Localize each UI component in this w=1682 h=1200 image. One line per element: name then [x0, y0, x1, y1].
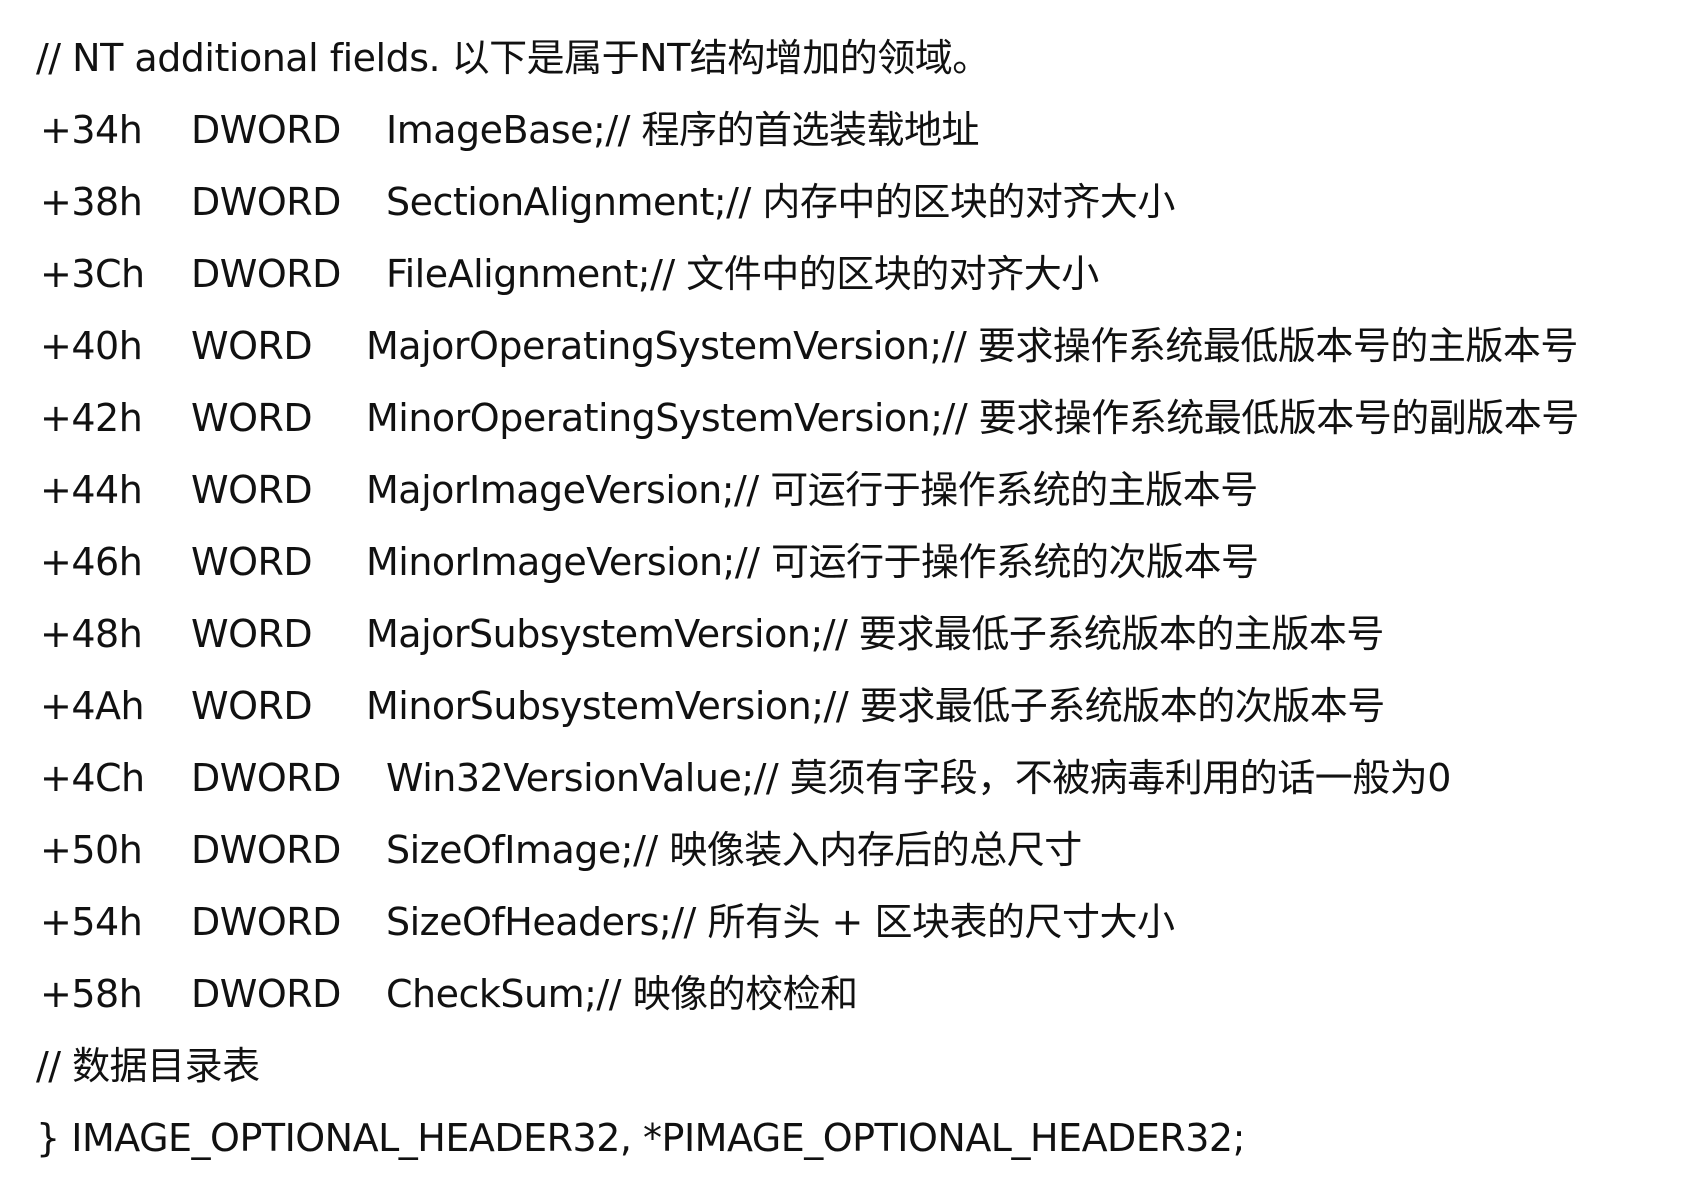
- header-comment: // NT additional fields. 以下是属于NT结构增加的领域。: [36, 36, 990, 80]
- field-row: +54h DWORD SizeOfHeaders;// 所有头 + 区块表的尺寸…: [36, 886, 1666, 958]
- field-row: +34h DWORD ImageBase;// 程序的首选装载地址: [36, 94, 1666, 166]
- field-offset: +3Ch: [40, 252, 145, 296]
- field-row: +58h DWORD CheckSum;// 映像的校检和: [36, 958, 1666, 1030]
- field-type: WORD: [191, 468, 313, 512]
- field-row: +46h WORD MinorImageVersion;// 可运行于操作系统的…: [36, 526, 1666, 598]
- field-offset: +50h: [40, 828, 143, 872]
- field-type: WORD: [191, 612, 313, 656]
- code-document: // NT additional fields. 以下是属于NT结构增加的领域。…: [36, 22, 1666, 1174]
- field-offset: +44h: [40, 468, 143, 512]
- field-offset: +42h: [40, 396, 143, 440]
- field-declaration: SizeOfHeaders;// 所有头 + 区块表的尺寸大小: [386, 900, 1175, 944]
- field-declaration: Win32VersionValue;// 莫须有字段，不被病毒利用的话一般为0: [386, 756, 1452, 800]
- field-declaration: FileAlignment;// 文件中的区块的对齐大小: [386, 252, 1099, 296]
- field-declaration: MajorOperatingSystemVersion;// 要求操作系统最低版…: [366, 324, 1578, 368]
- field-row: +3Ch DWORD FileAlignment;// 文件中的区块的对齐大小: [36, 238, 1666, 310]
- field-row: +38h DWORD SectionAlignment;// 内存中的区块的对齐…: [36, 166, 1666, 238]
- field-type: DWORD: [191, 756, 341, 800]
- field-row: +42h WORD MinorOperatingSystemVersion;//…: [36, 382, 1666, 454]
- data-directory-comment: // 数据目录表: [36, 1044, 260, 1088]
- field-type: WORD: [191, 540, 313, 584]
- field-offset: +46h: [40, 540, 143, 584]
- struct-closing-declaration: } IMAGE_OPTIONAL_HEADER32, *PIMAGE_OPTIO…: [36, 1116, 1245, 1160]
- field-declaration: CheckSum;// 映像的校检和: [386, 972, 858, 1016]
- field-declaration: SectionAlignment;// 内存中的区块的对齐大小: [386, 180, 1175, 224]
- field-declaration: MajorImageVersion;// 可运行于操作系统的主版本号: [366, 468, 1258, 512]
- field-row: +4Ch DWORD Win32VersionValue;// 莫须有字段，不被…: [36, 742, 1666, 814]
- field-declaration: ImageBase;// 程序的首选装载地址: [386, 108, 980, 152]
- field-declaration: MinorSubsystemVersion;// 要求最低子系统版本的次版本号: [366, 684, 1385, 728]
- field-offset: +4Ah: [40, 684, 145, 728]
- field-offset: +40h: [40, 324, 143, 368]
- field-row: +50h DWORD SizeOfImage;// 映像装入内存后的总尺寸: [36, 814, 1666, 886]
- field-type: DWORD: [191, 252, 341, 296]
- field-declaration: MinorImageVersion;// 可运行于操作系统的次版本号: [366, 540, 1259, 584]
- field-type: DWORD: [191, 900, 341, 944]
- closing-line: } IMAGE_OPTIONAL_HEADER32, *PIMAGE_OPTIO…: [36, 1102, 1666, 1174]
- field-type: WORD: [191, 684, 313, 728]
- field-declaration: SizeOfImage;// 映像装入内存后的总尺寸: [386, 828, 1082, 872]
- field-declaration: MajorSubsystemVersion;// 要求最低子系统版本的主版本号: [366, 612, 1384, 656]
- data-directory-comment-line: // 数据目录表: [36, 1030, 1666, 1102]
- field-row: +44h WORD MajorImageVersion;// 可运行于操作系统的…: [36, 454, 1666, 526]
- field-offset: +38h: [40, 180, 143, 224]
- field-type: DWORD: [191, 972, 341, 1016]
- field-type: DWORD: [191, 180, 341, 224]
- field-offset: +48h: [40, 612, 143, 656]
- field-offset: +54h: [40, 900, 143, 944]
- field-offset: +34h: [40, 108, 143, 152]
- field-type: DWORD: [191, 828, 341, 872]
- field-offset: +58h: [40, 972, 143, 1016]
- field-type: WORD: [191, 396, 313, 440]
- field-type: WORD: [191, 324, 313, 368]
- field-row: +40h WORD MajorOperatingSystemVersion;//…: [36, 310, 1666, 382]
- field-offset: +4Ch: [40, 756, 145, 800]
- field-declaration: MinorOperatingSystemVersion;// 要求操作系统最低版…: [366, 396, 1579, 440]
- header-comment-line: // NT additional fields. 以下是属于NT结构增加的领域。: [36, 22, 1666, 94]
- field-row: +48h WORD MajorSubsystemVersion;// 要求最低子…: [36, 598, 1666, 670]
- field-row: +4Ah WORD MinorSubsystemVersion;// 要求最低子…: [36, 670, 1666, 742]
- field-type: DWORD: [191, 108, 341, 152]
